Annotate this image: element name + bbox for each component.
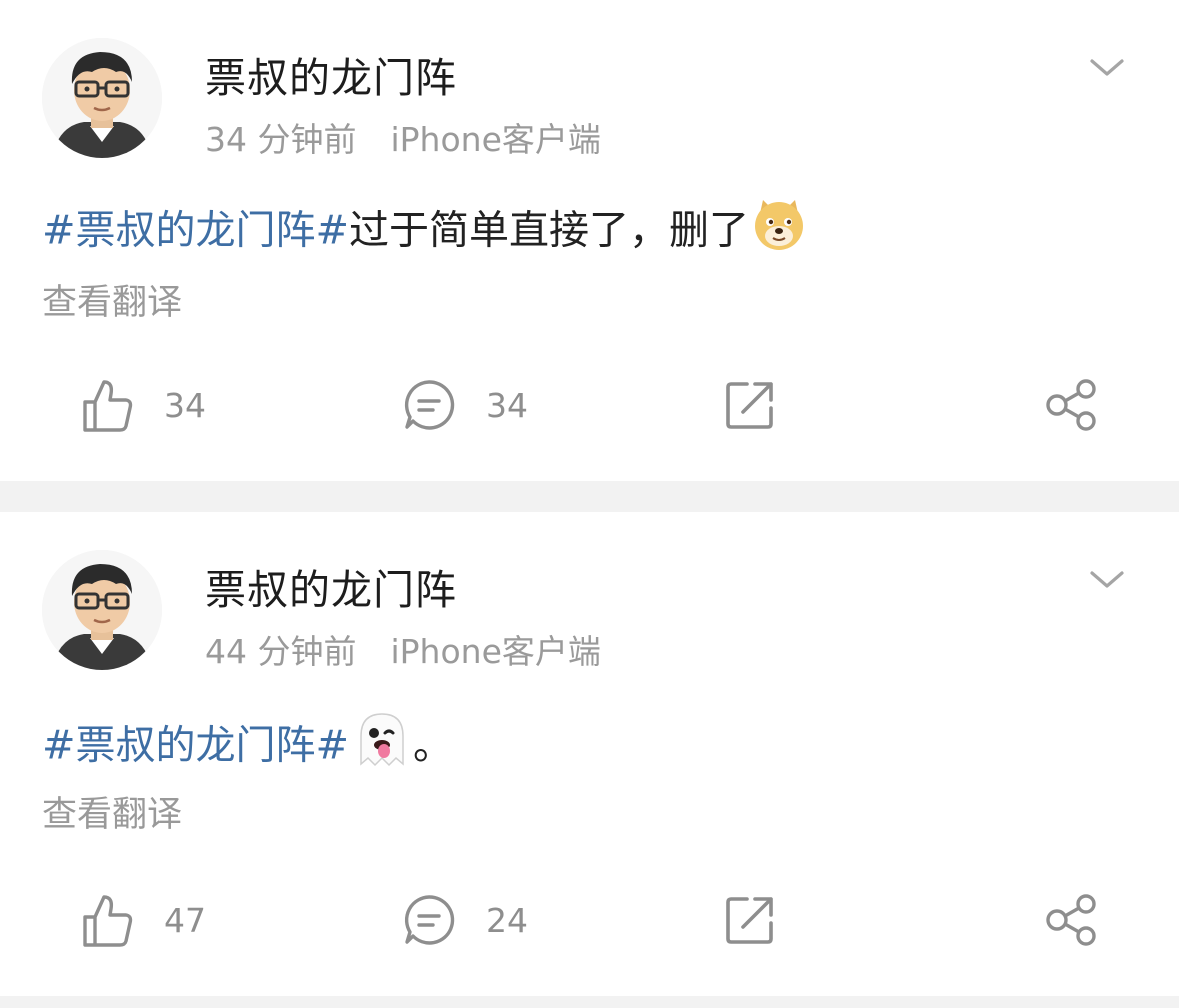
weibo-post-2: 票叔的龙门阵 44 分钟前 iPhone客户端 #票叔的龙门阵# 。 查看翻译 4… xyxy=(0,512,1179,996)
post-content: #票叔的龙门阵#过于简单直接了，删了 xyxy=(42,196,807,256)
like-button[interactable]: 47 xyxy=(80,885,206,955)
doge-face-icon xyxy=(751,196,807,269)
repost-button[interactable] xyxy=(723,370,777,440)
share-icon xyxy=(1044,378,1098,432)
author-name[interactable]: 票叔的龙门阵 xyxy=(205,556,457,616)
comment-button[interactable]: 34 xyxy=(402,370,528,440)
author-name[interactable]: 票叔的龙门阵 xyxy=(205,44,457,104)
like-button[interactable]: 34 xyxy=(80,370,206,440)
comment-count: 24 xyxy=(486,900,528,940)
weibo-post-1: 票叔的龙门阵 34 分钟前 iPhone客户端 #票叔的龙门阵#过于简单直接了，删… xyxy=(0,0,1179,481)
comment-count: 34 xyxy=(486,385,528,425)
ghost-emoji-icon xyxy=(351,708,413,787)
comment-button[interactable]: 24 xyxy=(402,885,528,955)
repost-icon xyxy=(723,893,777,947)
like-count: 47 xyxy=(164,900,206,940)
post-content: #票叔的龙门阵# 。 xyxy=(42,708,454,769)
post-time: 44 分钟前 xyxy=(205,632,357,671)
action-bar: 47 24 xyxy=(0,885,1179,955)
post-meta: 34 分钟前 iPhone客户端 xyxy=(205,113,601,161)
topic-link[interactable]: #票叔的龙门阵# xyxy=(42,208,349,254)
thumbs-up-icon xyxy=(80,891,134,949)
avatar[interactable] xyxy=(42,38,162,158)
post-meta: 44 分钟前 iPhone客户端 xyxy=(205,625,601,673)
view-translation-link[interactable]: 查看翻译 xyxy=(42,786,182,837)
post-source: iPhone客户端 xyxy=(390,632,601,671)
share-button[interactable] xyxy=(1044,370,1098,440)
thumbs-up-icon xyxy=(80,376,134,434)
share-button[interactable] xyxy=(1044,885,1098,955)
post-text: 过于简单直接了，删了 xyxy=(349,207,750,254)
like-count: 34 xyxy=(164,385,206,425)
post-source: iPhone客户端 xyxy=(390,120,601,159)
action-bar: 34 34 xyxy=(0,370,1179,440)
post-text: 。 xyxy=(413,722,454,769)
post-time: 34 分钟前 xyxy=(205,120,357,159)
chevron-down-icon[interactable] xyxy=(1087,564,1127,596)
share-icon xyxy=(1044,893,1098,947)
chevron-down-icon[interactable] xyxy=(1087,52,1127,84)
topic-link[interactable]: #票叔的龙门阵# xyxy=(42,723,349,769)
avatar[interactable] xyxy=(42,550,162,670)
view-translation-link[interactable]: 查看翻译 xyxy=(42,274,182,325)
comment-icon xyxy=(402,893,456,947)
repost-icon xyxy=(723,378,777,432)
comment-icon xyxy=(402,378,456,432)
repost-button[interactable] xyxy=(723,885,777,955)
